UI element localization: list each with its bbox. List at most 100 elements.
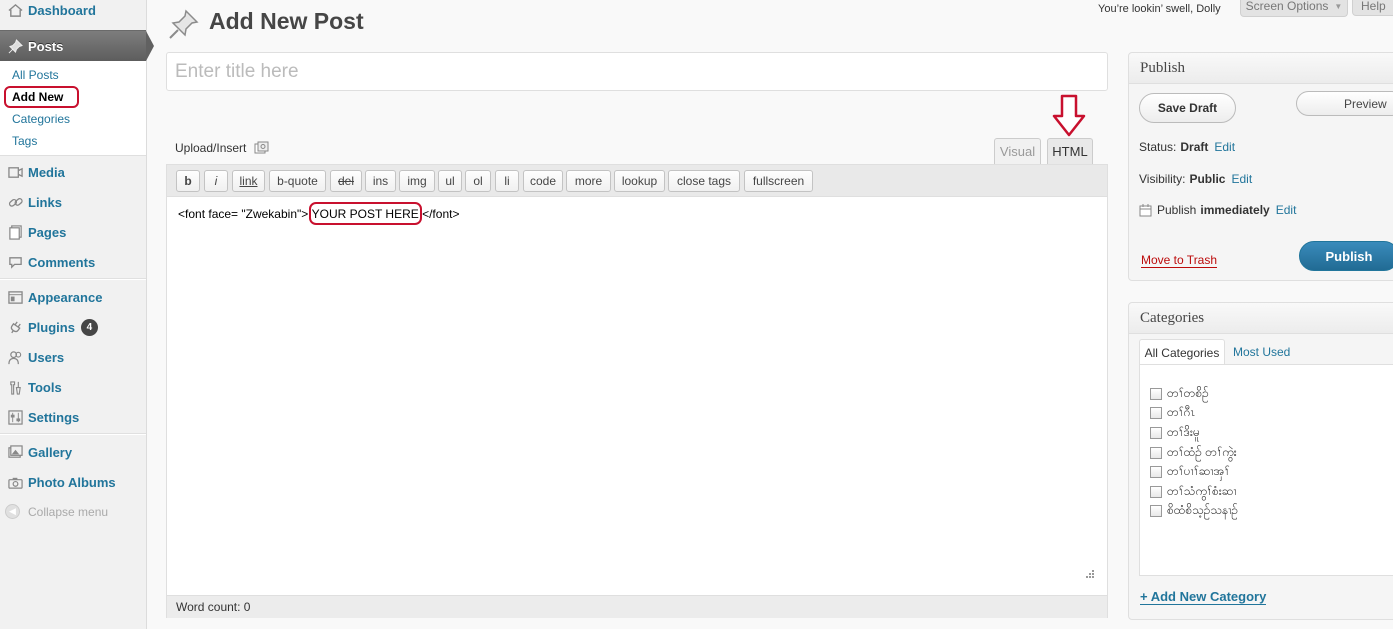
category-item: တၢ်ဒိးမူ <box>1150 424 1200 442</box>
category-checkbox[interactable] <box>1150 466 1162 478</box>
edit-visibility-link[interactable]: Edit <box>1231 172 1252 186</box>
categories-box: Categories All Categories Most Used တၢ်တ… <box>1128 302 1393 620</box>
add-new-category-link[interactable]: + Add New Category <box>1140 589 1267 605</box>
post-title-input[interactable] <box>166 52 1108 91</box>
menu-comments[interactable]: Comments <box>0 247 146 277</box>
menu-separator <box>0 278 146 280</box>
content-close-tag: </font> <box>422 207 460 221</box>
move-to-trash-link[interactable]: Move to Trash <box>1141 253 1218 268</box>
category-checkbox[interactable] <box>1150 447 1162 459</box>
menu-media[interactable]: Media <box>0 157 146 187</box>
visibility-row: Visibility: Public Edit <box>1139 172 1252 186</box>
qt-li-button[interactable]: li <box>495 170 519 192</box>
down-arrow-annotation-icon <box>1051 94 1087 141</box>
qt-img-button[interactable]: img <box>399 170 435 192</box>
qt-ul-button[interactable]: ul <box>438 170 462 192</box>
category-checkbox[interactable] <box>1150 486 1162 498</box>
preview-button[interactable]: Preview <box>1296 91 1393 116</box>
submenu-categories[interactable]: Categories <box>12 112 70 126</box>
collapse-menu-button[interactable]: ◀ Collapse menu <box>5 504 108 519</box>
menu-posts[interactable]: Posts <box>0 30 154 62</box>
word-count: Word count: 0 <box>176 600 251 614</box>
menu-settings[interactable]: Settings <box>0 402 146 432</box>
menu-links[interactable]: Links <box>0 187 146 217</box>
chevron-down-icon: ▼ <box>1334 1 1343 11</box>
word-count-bar: Word count: 0 <box>167 595 1107 618</box>
qt-ins-button[interactable]: ins <box>365 170 396 192</box>
tools-icon <box>7 379 23 395</box>
edit-status-link[interactable]: Edit <box>1214 140 1235 154</box>
category-checkbox[interactable] <box>1150 388 1162 400</box>
qt-bold-button[interactable]: b <box>176 170 200 192</box>
category-item: စိထံစိသ့ဉ်သနၢဉ် <box>1150 502 1238 520</box>
category-label: စိထံစိသ့ဉ်သနၢဉ် <box>1167 503 1239 517</box>
menu-plugins[interactable]: Plugins 4 <box>0 312 146 342</box>
menu-dashboard-label: Dashboard <box>28 2 96 18</box>
qt-close-tags-button[interactable]: close tags <box>668 170 740 192</box>
users-icon <box>7 349 23 365</box>
screen-options-tab[interactable]: Screen Options ▼ <box>1240 0 1348 17</box>
help-tab[interactable]: Help ▼ <box>1352 0 1393 16</box>
collapse-menu-label: Collapse menu <box>28 504 109 519</box>
qt-more-button[interactable]: more <box>566 170 611 192</box>
menu-photo-albums-label: Photo Albums <box>28 474 116 490</box>
plugins-update-count: 4 <box>80 318 98 336</box>
submenu-all-posts[interactable]: All Posts <box>12 68 59 82</box>
post-content-textarea[interactable]: <font face= "Zwekabin"> YOUR POST HERE <… <box>178 202 460 225</box>
qt-ol-button[interactable]: ol <box>465 170 491 192</box>
add-media-icon[interactable] <box>254 141 270 155</box>
qt-lookup-button[interactable]: lookup <box>614 170 665 192</box>
category-checkbox[interactable] <box>1150 407 1162 419</box>
category-label: တၢ်ပၢၢ်ဆၢအှၢ် <box>1167 464 1230 478</box>
qt-link-button[interactable]: link <box>232 170 265 192</box>
publish-box: Publish Save Draft Preview Status: Draft… <box>1128 52 1393 281</box>
menu-appearance[interactable]: Appearance <box>0 282 146 312</box>
menu-dashboard[interactable]: Dashboard <box>0 0 146 25</box>
admin-menu: Dashboard Posts All Posts Add New Catego… <box>0 0 154 629</box>
tab-most-used[interactable]: Most Used <box>1233 345 1290 359</box>
tab-visual[interactable]: Visual <box>994 138 1041 164</box>
upload-insert-row: Upload/Insert <box>175 141 270 155</box>
menu-gallery[interactable]: Gallery <box>0 437 146 467</box>
category-checkbox[interactable] <box>1150 427 1162 439</box>
qt-fullscreen-button[interactable]: fullscreen <box>744 170 813 192</box>
publish-time-value: immediately <box>1200 203 1270 217</box>
menu-users[interactable]: Users <box>0 342 146 372</box>
posts-submenu: All Posts Add New Categories Tags <box>0 61 146 156</box>
tab-html[interactable]: HTML <box>1047 138 1093 164</box>
content-highlight: YOUR POST HERE <box>308 202 422 225</box>
publish-time-row: Publish immediately Edit <box>1139 203 1296 217</box>
save-draft-button[interactable]: Save Draft <box>1139 93 1236 123</box>
qt-del-button[interactable]: del <box>330 170 362 192</box>
category-label: တၢ်ဂီၤ <box>1167 405 1196 419</box>
menu-tools[interactable]: Tools <box>0 372 146 402</box>
category-item: တၢ်ထံဉ် တၢ်ကွဲး <box>1150 444 1237 462</box>
content-open-tag: <font face= "Zwekabin"> <box>178 207 309 221</box>
category-item: တၢ်သံကွၢ်စံးဆၢ <box>1150 483 1237 501</box>
qt-italic-button[interactable]: i <box>204 170 228 192</box>
menu-links-label: Links <box>28 194 62 210</box>
calendar-icon <box>1139 203 1152 217</box>
page-title: Add New Post <box>209 8 364 34</box>
menu-photo-albums[interactable]: Photo Albums <box>0 467 146 497</box>
qt-blockquote-button[interactable]: b-quote <box>269 170 326 192</box>
menu-pages[interactable]: Pages <box>0 217 146 247</box>
category-checklist: တၢ်တစိဉ် တၢ်ဂီၤ တၢ်ဒိးမူ တၢ်ထံဉ် တၢ်ကွဲး… <box>1139 364 1393 576</box>
plug-icon <box>7 319 23 335</box>
category-label: တၢ်သံကွၢ်စံးဆၢ <box>1167 484 1237 498</box>
appearance-icon <box>7 289 23 305</box>
tab-html-label: HTML <box>1052 144 1088 159</box>
category-label: တၢ်ဒိးမူ <box>1167 425 1200 439</box>
settings-sliders-icon <box>7 409 23 425</box>
qt-code-button[interactable]: code <box>523 170 563 192</box>
publish-button[interactable]: Publish <box>1299 241 1393 271</box>
tab-visual-label: Visual <box>999 144 1036 159</box>
resize-handle-icon[interactable] <box>1084 569 1094 579</box>
editor-area: b i link b-quote del ins img ul ol li co… <box>166 164 1108 618</box>
pushpin-icon <box>168 8 200 43</box>
submenu-tags[interactable]: Tags <box>12 134 37 148</box>
category-checkbox[interactable] <box>1150 505 1162 517</box>
status-value: Draft <box>1180 140 1209 154</box>
tab-all-categories[interactable]: All Categories <box>1139 339 1225 365</box>
edit-publish-time-link[interactable]: Edit <box>1276 203 1297 217</box>
